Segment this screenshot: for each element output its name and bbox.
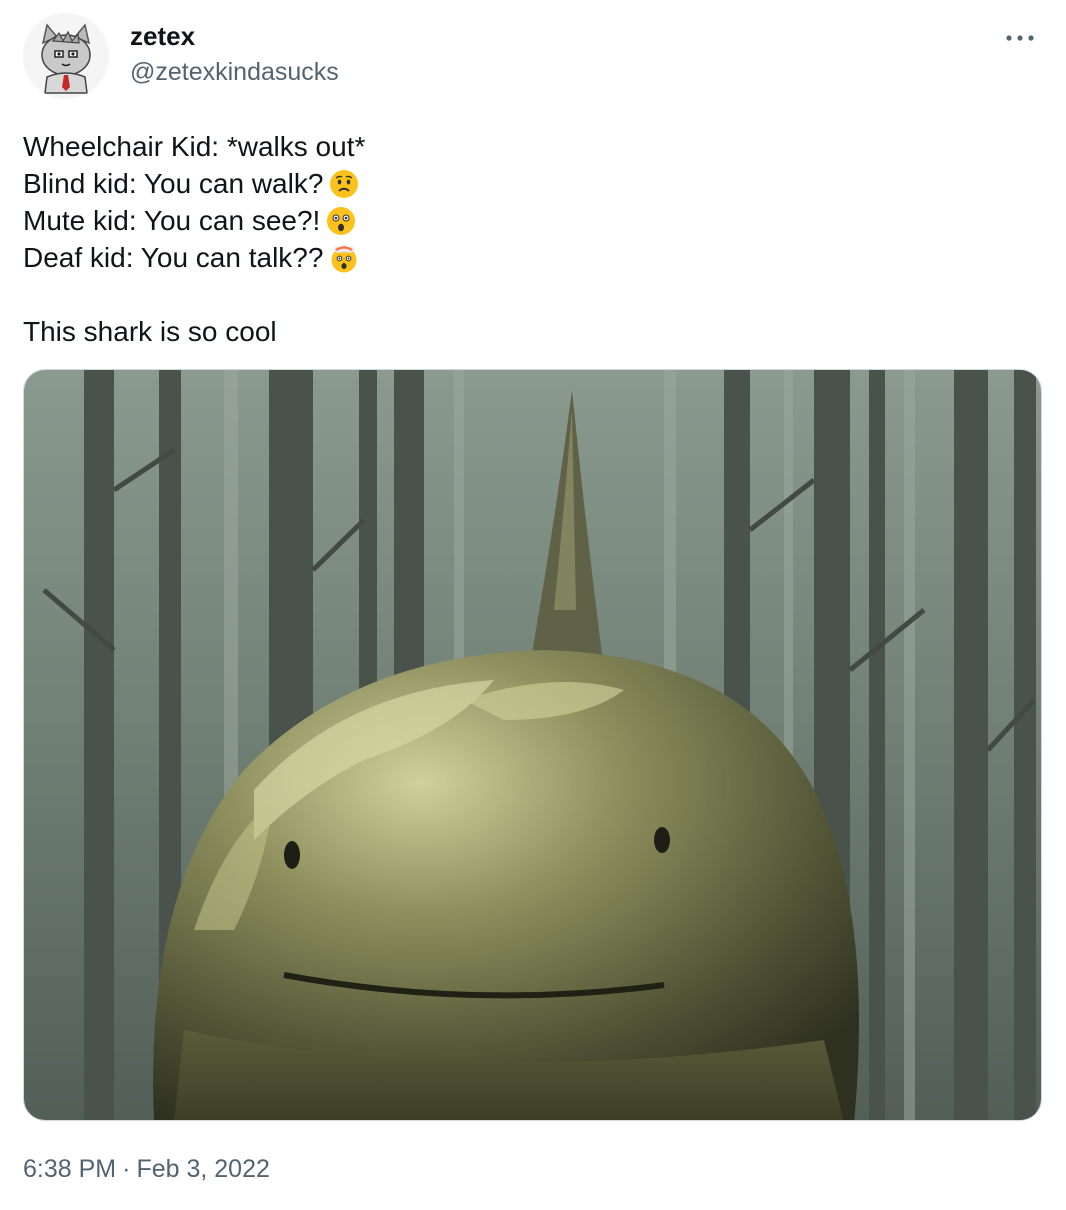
tweet-card: zetex @zetexkindasucks Wheelchair Kid: *… [0, 0, 1066, 1210]
tweet-time-link[interactable]: 6:38 PM [23, 1155, 116, 1183]
tweet-media-image[interactable] [23, 369, 1042, 1121]
more-options-button[interactable] [1000, 20, 1040, 56]
tweet-line: Mute kid: You can see?! [23, 202, 1033, 239]
timestamp-separator: · [122, 1155, 131, 1183]
tweet-timestamp: 6:38 PM · Feb 3, 2022 [23, 1152, 270, 1186]
author-handle[interactable]: @zetexkindasucks [130, 56, 339, 88]
tweet-line: Blind kid: You can walk? [23, 165, 1033, 202]
exploding-head-emoji-icon [331, 244, 357, 273]
tweet-closing-line: This shark is so cool [23, 316, 277, 347]
shark-in-forest-image [24, 370, 1041, 1120]
tweet-date-link[interactable]: Feb 3, 2022 [136, 1155, 269, 1183]
astonished-face-emoji-icon [327, 207, 356, 235]
more-horizontal-icon [1006, 35, 1034, 41]
cartoon-cat-avatar-icon [23, 13, 109, 99]
author-avatar[interactable] [23, 13, 109, 99]
tweet-text: Wheelchair Kid: *walks out* Blind kid: Y… [23, 128, 1033, 350]
tweet-line: Deaf kid: You can talk?? [23, 239, 1033, 276]
tweet-line: Wheelchair Kid: *walks out* [23, 131, 366, 162]
worried-face-emoji-icon [330, 170, 359, 198]
author-name[interactable]: zetex [130, 20, 195, 52]
